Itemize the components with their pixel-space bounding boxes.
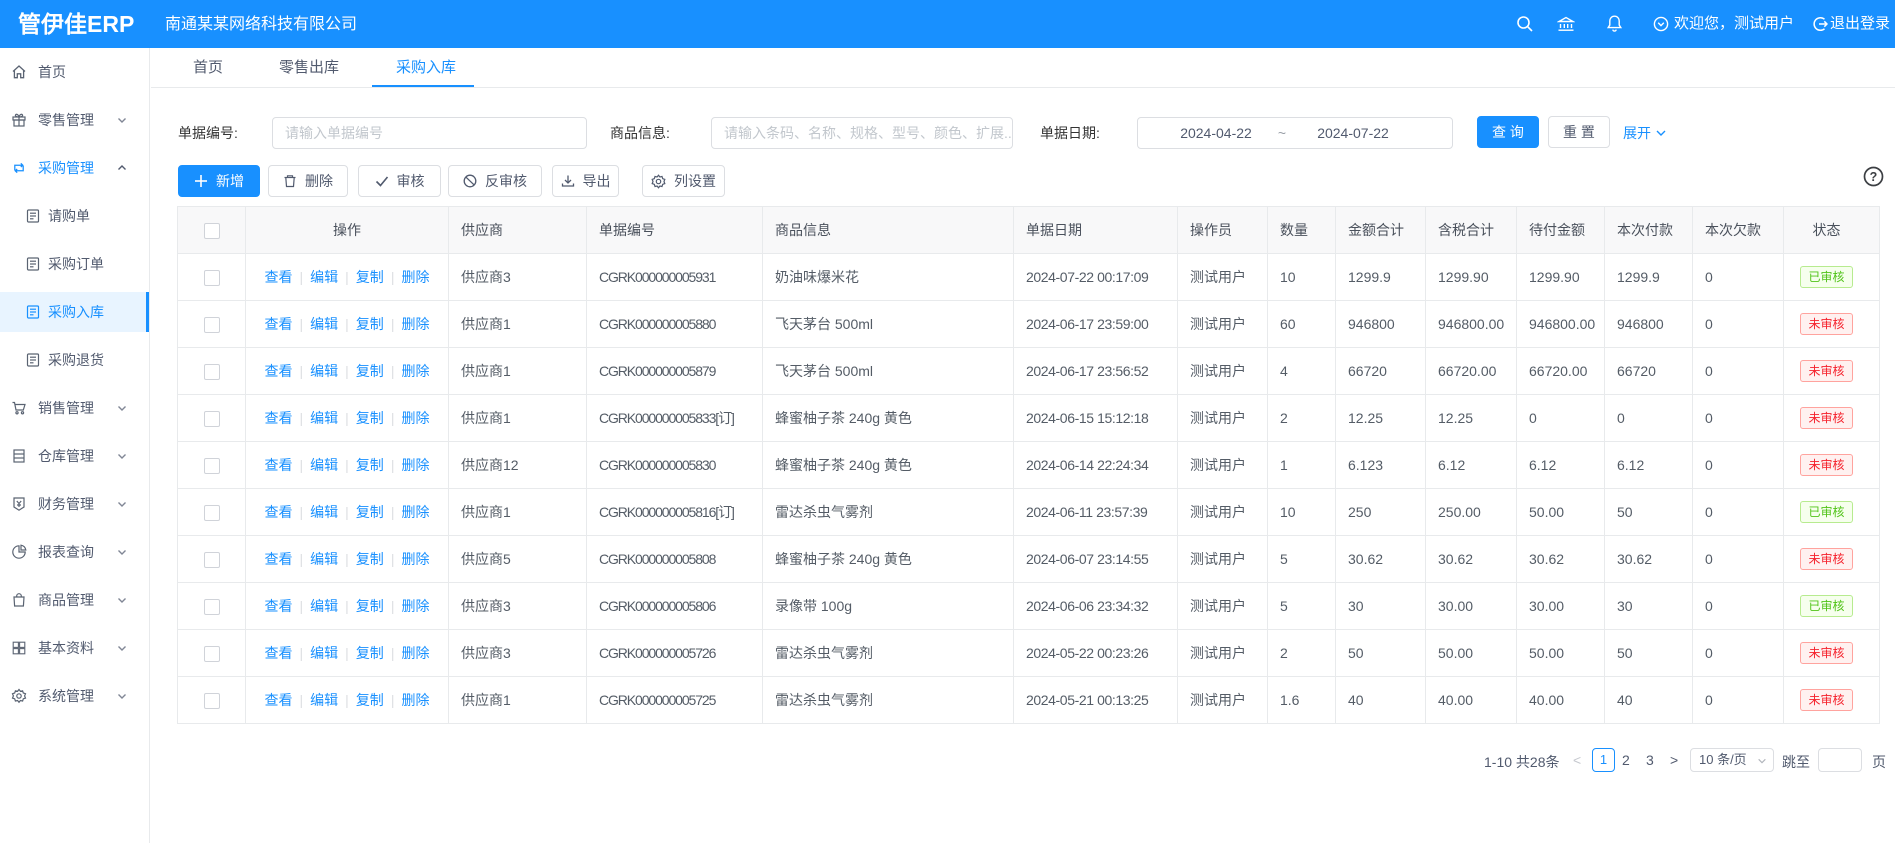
svg-text:?: ? <box>1870 170 1878 184</box>
